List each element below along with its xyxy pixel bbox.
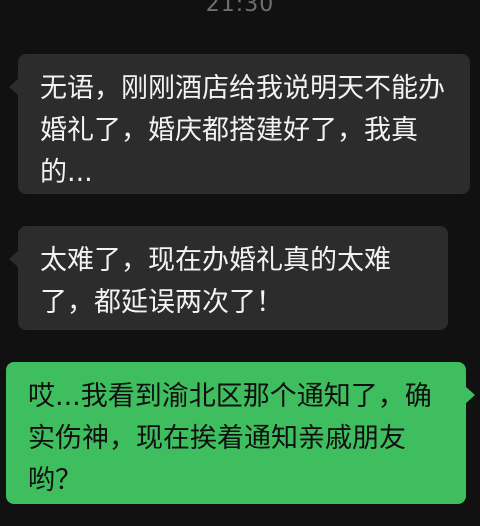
message-text: 哎...我看到渝北区那个通知了，确实伤神，现在挨着通知亲戚朋友哟？ (28, 381, 432, 496)
chat-message-outgoing[interactable]: 哎...我看到渝北区那个通知了，确实伤神，现在挨着通知亲戚朋友哟？ (6, 362, 475, 504)
message-timestamp: 21:30 (205, 0, 275, 17)
message-text: 太难了，现在办婚礼真的太难了，都延误两次了！ (40, 245, 391, 318)
message-text: 无语，刚刚酒店给我说明天不能办婚礼了，婚庆都搭建好了，我真的... (40, 73, 445, 188)
chat-message-incoming[interactable]: 无语，刚刚酒店给我说明天不能办婚礼了，婚庆都搭建好了，我真的... (9, 54, 470, 194)
chat-message-incoming[interactable]: 太难了，现在办婚礼真的太难了，都延误两次了！ (9, 226, 448, 330)
